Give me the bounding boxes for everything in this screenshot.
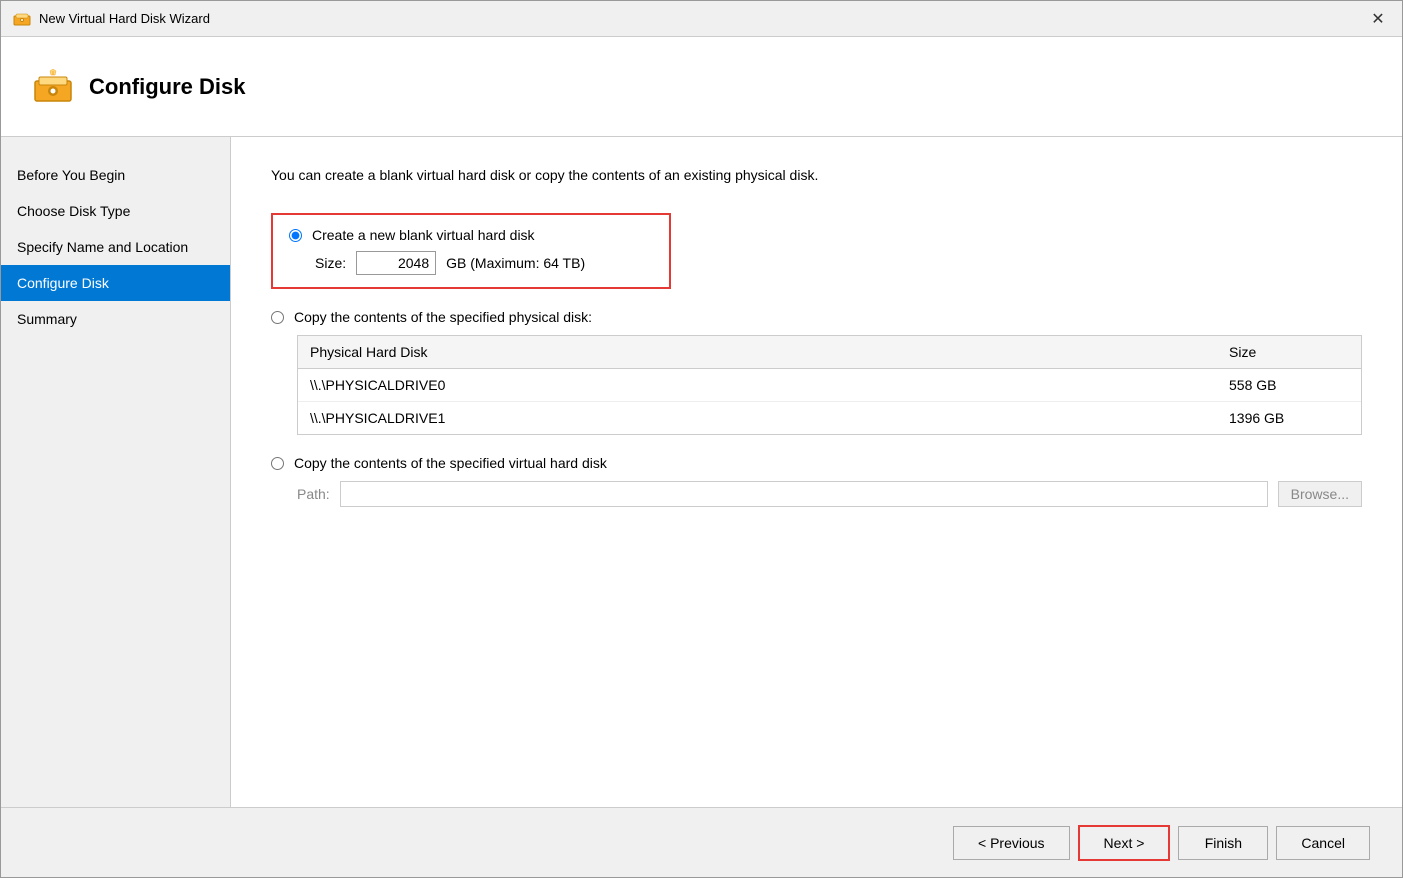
size-row: Size: GB (Maximum: 64 TB)	[315, 251, 653, 275]
disk-name-0: \\.\PHYSICALDRIVE0	[310, 377, 1229, 393]
size-unit: GB (Maximum: 64 TB)	[446, 255, 585, 271]
disk-name-1: \\.\PHYSICALDRIVE1	[310, 410, 1229, 426]
col-header-disk: Physical Hard Disk	[310, 344, 1229, 360]
table-row[interactable]: \\.\PHYSICALDRIVE1 1396 GB	[298, 402, 1361, 434]
title-bar-left: New Virtual Hard Disk Wizard	[13, 10, 210, 28]
path-row: Path: Browse...	[297, 481, 1362, 507]
sidebar-item-specify-name-location[interactable]: Specify Name and Location	[1, 229, 230, 265]
disk-table-container: Physical Hard Disk Size \\.\PHYSICALDRIV…	[297, 335, 1362, 435]
copy-vhd-radio-row: Copy the contents of the specified virtu…	[271, 455, 1362, 471]
copy-physical-radio[interactable]	[271, 311, 284, 324]
title-bar: New Virtual Hard Disk Wizard ✕	[1, 1, 1402, 37]
sidebar-item-before-you-begin[interactable]: Before You Begin	[1, 157, 230, 193]
new-disk-option-box: Create a new blank virtual hard disk Siz…	[271, 213, 671, 289]
size-label: Size:	[315, 255, 346, 271]
window-title: New Virtual Hard Disk Wizard	[39, 11, 210, 26]
previous-button[interactable]: < Previous	[953, 826, 1070, 860]
size-input[interactable]	[356, 251, 436, 275]
browse-button[interactable]: Browse...	[1278, 481, 1362, 507]
finish-button[interactable]: Finish	[1178, 826, 1268, 860]
path-label: Path:	[297, 486, 330, 502]
col-header-size: Size	[1229, 344, 1349, 360]
copy-vhd-label[interactable]: Copy the contents of the specified virtu…	[294, 455, 607, 471]
main-content: You can create a blank virtual hard disk…	[231, 137, 1402, 807]
disk-size-1: 1396 GB	[1229, 410, 1349, 426]
footer: < Previous Next > Finish Cancel	[1, 807, 1402, 877]
next-button[interactable]: Next >	[1078, 825, 1171, 861]
disk-size-0: 558 GB	[1229, 377, 1349, 393]
disk-table-header: Physical Hard Disk Size	[298, 336, 1361, 369]
header-icon	[33, 67, 73, 107]
table-row[interactable]: \\.\PHYSICALDRIVE0 558 GB	[298, 369, 1361, 402]
path-input[interactable]	[340, 481, 1268, 507]
sidebar-item-summary[interactable]: Summary	[1, 301, 230, 337]
sidebar-item-configure-disk[interactable]: Configure Disk	[1, 265, 230, 301]
copy-vhd-section: Copy the contents of the specified virtu…	[271, 455, 1362, 507]
close-button[interactable]: ✕	[1366, 7, 1390, 31]
new-disk-label[interactable]: Create a new blank virtual hard disk	[312, 227, 535, 243]
page-title: Configure Disk	[89, 74, 245, 100]
copy-physical-section: Copy the contents of the specified physi…	[271, 309, 1362, 435]
title-bar-icon	[13, 10, 31, 28]
copy-vhd-radio[interactable]	[271, 457, 284, 470]
new-disk-radio-row: Create a new blank virtual hard disk	[289, 227, 653, 243]
main-window: New Virtual Hard Disk Wizard ✕ Configure…	[0, 0, 1403, 878]
new-disk-radio[interactable]	[289, 229, 302, 242]
sidebar: Before You Begin Choose Disk Type Specif…	[1, 137, 231, 807]
header-section: Configure Disk	[1, 37, 1402, 137]
copy-physical-label[interactable]: Copy the contents of the specified physi…	[294, 309, 592, 325]
sidebar-item-choose-disk-type[interactable]: Choose Disk Type	[1, 193, 230, 229]
copy-physical-radio-row: Copy the contents of the specified physi…	[271, 309, 1362, 325]
content-area: Before You Begin Choose Disk Type Specif…	[1, 137, 1402, 807]
cancel-button[interactable]: Cancel	[1276, 826, 1370, 860]
description-text: You can create a blank virtual hard disk…	[271, 167, 1362, 183]
